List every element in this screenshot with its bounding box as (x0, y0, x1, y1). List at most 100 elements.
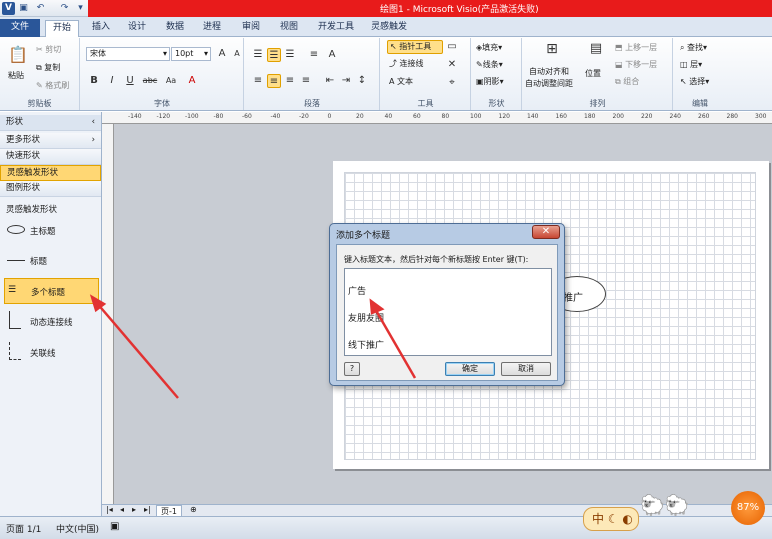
undo-icon[interactable]: ↶ (34, 2, 47, 15)
group-label-paragraph: 段落 (304, 99, 320, 108)
zoom-badge[interactable]: 87% (731, 491, 765, 525)
tab-inspire[interactable]: 灵感触发 (367, 20, 411, 37)
rectangle-icon[interactable]: ▭ (445, 40, 459, 54)
align-right-icon[interactable]: ≡ (283, 74, 297, 88)
increase-indent-icon[interactable]: ⇥ (339, 74, 353, 88)
ruler-tick-label: -40 (270, 113, 281, 120)
inspire-shapes-item[interactable]: 灵感触发形状 (0, 165, 101, 181)
shadow-button[interactable]: ▣阴影▾ (476, 76, 504, 87)
select-button[interactable]: ↖ 选择▾ (680, 76, 709, 87)
ruler-tick-label: -140 (128, 113, 142, 120)
mascot-icon: 🐑🐑 (640, 493, 690, 517)
position-button[interactable]: 位置 (585, 68, 601, 79)
pointer-tool-button[interactable]: ↖ 指针工具 (387, 40, 443, 54)
more-shapes-item[interactable]: 更多形状 › (0, 133, 101, 149)
line-spacing-icon[interactable]: ↕ (355, 74, 369, 88)
align-left-icon[interactable]: ≡ (251, 74, 265, 88)
copy-button[interactable]: ⧉ 复制 (36, 62, 60, 73)
macro-icon[interactable]: ▣ (110, 521, 119, 532)
underline-button[interactable]: U (123, 74, 137, 88)
group-button[interactable]: ⧉ 组合 (615, 76, 639, 87)
help-button[interactable]: ? (344, 362, 360, 376)
align-bottom-icon[interactable]: ☰ (283, 48, 297, 62)
language[interactable]: 中文(中国) (56, 522, 99, 535)
tab-view[interactable]: 视图 (276, 20, 302, 37)
shape-dynamic-connector[interactable]: 动态连接线 (4, 309, 99, 335)
find-button[interactable]: ⌕ 查找▾ (680, 42, 707, 53)
page-nav-first-icon[interactable]: |◂ (106, 505, 113, 514)
tab-home[interactable]: 开始 (45, 20, 79, 37)
legend-shapes-item[interactable]: 图例形状 (0, 181, 101, 197)
shape-multiple-titles[interactable]: ☰ 多个标题 (4, 278, 99, 304)
grow-font-icon[interactable]: A (215, 47, 229, 61)
ruler-tick-label: -100 (185, 113, 199, 120)
justify-icon[interactable]: ≡ (299, 74, 313, 88)
group-label-clipboard: 剪贴板 (27, 99, 52, 108)
close-icon[interactable]: ✕ (532, 225, 560, 239)
visio-icon[interactable]: V (2, 2, 15, 15)
tab-file[interactable]: 文件 (0, 19, 40, 37)
position-icon[interactable]: ▤ (587, 42, 605, 60)
title-line-icon (7, 260, 25, 261)
align-middle-icon[interactable]: ☰ (267, 48, 281, 62)
page-count[interactable]: 页面 1/1 (6, 522, 41, 535)
pointer-icon: ↖ (390, 42, 397, 51)
save-icon[interactable]: ▣ (17, 2, 30, 15)
text-tool-button[interactable]: A 文本 (389, 76, 413, 87)
titles-textarea[interactable]: 广告 友朋友圈 线下推广 (344, 268, 552, 356)
connection-point-icon[interactable]: ⌖ (445, 76, 459, 90)
change-case-button[interactable]: Aa (163, 74, 179, 88)
italic-button[interactable]: I (105, 74, 119, 88)
tab-process[interactable]: 进程 (199, 20, 225, 37)
customize-icon[interactable]: ▾ (74, 2, 87, 15)
shape-main-title[interactable]: 主标题 (4, 218, 99, 244)
strikethrough-button[interactable]: abc (141, 74, 159, 88)
decrease-indent-icon[interactable]: ⇤ (323, 74, 337, 88)
quick-shapes-item[interactable]: 快速形状 (0, 149, 101, 165)
ruler-tick-label: -80 (213, 113, 224, 120)
shrink-font-icon[interactable]: A (230, 47, 244, 61)
bullets-icon[interactable]: ≡ (307, 48, 321, 62)
shape-relation-line[interactable]: 关联线 (4, 340, 99, 366)
page-nav-next-icon[interactable]: ▸ (132, 505, 136, 514)
paste-icon[interactable]: 📋 (8, 44, 28, 66)
cancel-button[interactable]: 取消 (501, 362, 551, 376)
shape-title[interactable]: 标题 (4, 248, 99, 274)
auto-space-button[interactable]: 自动调整间距 (525, 78, 573, 89)
cut-button[interactable]: ✂ 剪切 (36, 44, 61, 55)
tab-design[interactable]: 设计 (124, 20, 150, 37)
auto-align-icon[interactable]: ⊞ (541, 42, 563, 62)
auto-align-button[interactable]: 自动对齐和 (529, 66, 569, 77)
font-name-select[interactable]: 宋体 ▾ (86, 47, 170, 61)
align-center-icon[interactable]: ≡ (267, 74, 281, 88)
ruler-tick-label: 140 (527, 113, 539, 120)
line-button[interactable]: ✎线条▾ (476, 59, 503, 70)
bold-button[interactable]: B (87, 74, 101, 88)
paste-button[interactable]: 粘贴 (8, 70, 24, 81)
insert-page-icon[interactable]: ⊕ (190, 505, 197, 514)
text-direction-icon[interactable]: A (325, 48, 339, 62)
collapse-icon[interactable]: ‹ (92, 115, 95, 130)
page-nav-last-icon[interactable]: ▸| (144, 505, 151, 514)
font-size-select[interactable]: 10pt ▾ (171, 47, 211, 61)
format-painter-button[interactable]: ✎ 格式刷 (36, 80, 69, 91)
bring-forward-button[interactable]: ⬒ 上移一层 (615, 42, 657, 53)
ok-button[interactable]: 确定 (445, 362, 495, 376)
ruler-tick-label: -120 (156, 113, 171, 120)
fill-button[interactable]: ◈填充▾ (476, 42, 502, 53)
tab-developer[interactable]: 开发工具 (314, 20, 358, 37)
send-backward-button[interactable]: ⬓ 下移一层 (615, 59, 657, 70)
tab-insert[interactable]: 插入 (88, 20, 114, 37)
tab-data[interactable]: 数据 (162, 20, 188, 37)
layer-button[interactable]: ◫ 层▾ (680, 59, 702, 70)
page-nav-prev-icon[interactable]: ◂ (120, 505, 124, 514)
font-color-icon[interactable]: A (185, 74, 199, 88)
redo-icon[interactable]: ↷ (58, 2, 71, 15)
close-icon[interactable]: ✕ (445, 58, 459, 72)
ime-bar[interactable]: 中 ☾ ◐ (583, 507, 639, 531)
group-font: 宋体 ▾ 10pt ▾ A A B I U abc Aa A 字体 (81, 38, 244, 110)
tab-review[interactable]: 审阅 (238, 20, 264, 37)
connector-button[interactable]: ⤴ 连接线 (389, 58, 424, 69)
align-top-icon[interactable]: ☰ (251, 48, 265, 62)
connector-shape-icon (9, 311, 21, 329)
